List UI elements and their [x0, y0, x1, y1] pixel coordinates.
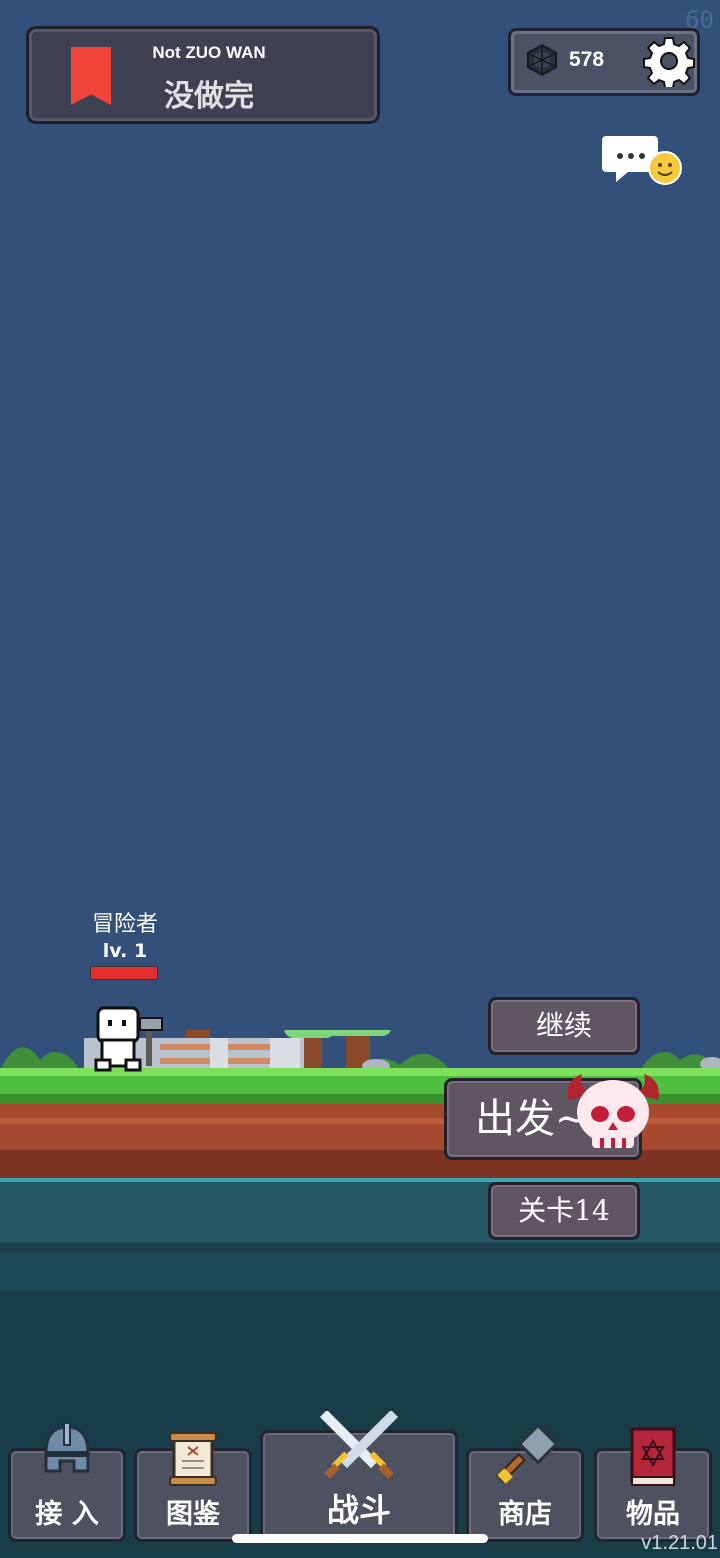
player-title-panel[interactable]: Not ZUO WAN 没做完: [26, 26, 380, 124]
nav-label-items: 物品: [626, 1499, 680, 1530]
nav-label-battle: 战斗: [326, 1491, 391, 1529]
gem-icon: [527, 43, 557, 77]
hero-name: 冒险者: [91, 912, 158, 937]
player-title-zh: 没做完: [164, 79, 254, 114]
crossed-swords-icon: [319, 1411, 399, 1479]
version-label: v1.21.01: [641, 1532, 718, 1554]
nav-item-battle[interactable]: 战斗: [260, 1411, 458, 1542]
nav-label-access: 接 入: [35, 1499, 99, 1530]
hero-level: lv. 1: [102, 940, 148, 962]
nav-item-shop[interactable]: 商店: [466, 1427, 584, 1542]
scroll-icon: [169, 1432, 217, 1486]
gear-icon[interactable]: [643, 35, 695, 87]
helmet-icon: [44, 1423, 90, 1473]
nav-label-codex: 图鉴: [166, 1499, 220, 1530]
hero-hp-bar: [90, 966, 158, 980]
continue-button[interactable]: 继续: [488, 997, 640, 1055]
nav-item-access[interactable]: 接 入: [8, 1423, 126, 1542]
hero-sprite[interactable]: [92, 1004, 168, 1074]
bookmark-icon: [71, 47, 111, 105]
nav-label-shop: 商店: [498, 1499, 552, 1530]
stage-button[interactable]: 关卡14: [488, 1182, 640, 1240]
hammer-icon: [496, 1427, 555, 1484]
player-title-en: Not ZUO WAN: [152, 43, 266, 62]
devil-skull-icon: [567, 1074, 659, 1148]
home-indicator[interactable]: [232, 1534, 488, 1543]
spellbook-icon: [630, 1427, 676, 1486]
currency-value: 578: [569, 48, 605, 71]
currency-panel: 578: [508, 28, 700, 96]
hero-hp-fill: [91, 967, 157, 979]
nav-item-items[interactable]: 物品: [594, 1427, 712, 1542]
nav-item-codex[interactable]: 图鉴: [134, 1432, 252, 1542]
chat-icon[interactable]: [600, 132, 686, 192]
